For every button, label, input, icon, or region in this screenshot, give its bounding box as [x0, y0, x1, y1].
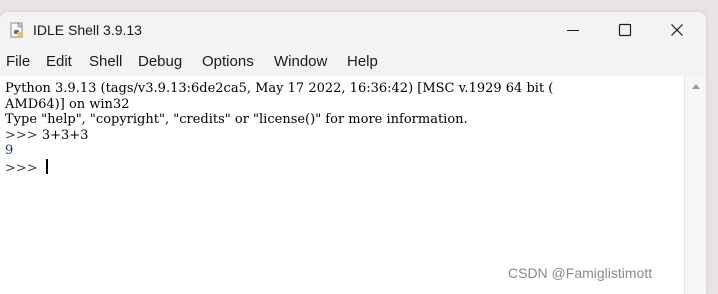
menu-edit[interactable]: Edit	[46, 52, 72, 72]
menu-window[interactable]: Window	[274, 52, 327, 72]
maximize-icon	[618, 23, 632, 37]
close-icon	[671, 24, 683, 36]
vertical-scrollbar[interactable]	[684, 76, 706, 294]
shell-prompt: >>>	[5, 161, 42, 176]
text-cursor	[45, 159, 48, 174]
banner-line-3: Type "help", "copyright", "credits" or "…	[5, 112, 468, 127]
input-expression: 3+3+3	[41, 127, 89, 143]
shell-console[interactable]: Python 3.9.13 (tags/v3.9.13:6de2ca5, May…	[0, 76, 684, 294]
watermark-text: CSDN @Famiglistimott	[508, 265, 653, 281]
menu-debug[interactable]: Debug	[138, 52, 182, 72]
menu-help[interactable]: Help	[347, 52, 378, 72]
menu-options[interactable]: Options	[202, 52, 254, 72]
menu-shell[interactable]: Shell	[89, 52, 122, 72]
maximize-button[interactable]	[599, 12, 651, 48]
window-title: IDLE Shell 3.9.13	[33, 22, 142, 38]
menu-bar: File Edit Shell Debug Options Window Hel…	[0, 48, 706, 76]
minimize-icon	[567, 30, 579, 31]
active-prompt-line[interactable]: >>>	[5, 159, 48, 177]
banner-line-1: Python 3.9.13 (tags/v3.9.13:6de2ca5, May…	[5, 81, 554, 96]
idle-shell-window: IDLE Shell 3.9.13 File Edit Shell Debug …	[0, 12, 706, 294]
close-button[interactable]	[651, 12, 703, 48]
python-idle-icon	[10, 22, 23, 38]
menu-file[interactable]: File	[6, 52, 30, 72]
banner-line-2: AMD64)] on win32	[5, 96, 130, 112]
title-bar[interactable]: IDLE Shell 3.9.13	[0, 12, 706, 48]
minimize-button[interactable]	[547, 12, 599, 48]
shell-prompt: >>>	[5, 127, 42, 143]
output-line: 9	[5, 143, 14, 158]
scroll-up-arrow-icon[interactable]	[691, 82, 701, 90]
input-line: >>> 3+3+3	[5, 128, 88, 144]
